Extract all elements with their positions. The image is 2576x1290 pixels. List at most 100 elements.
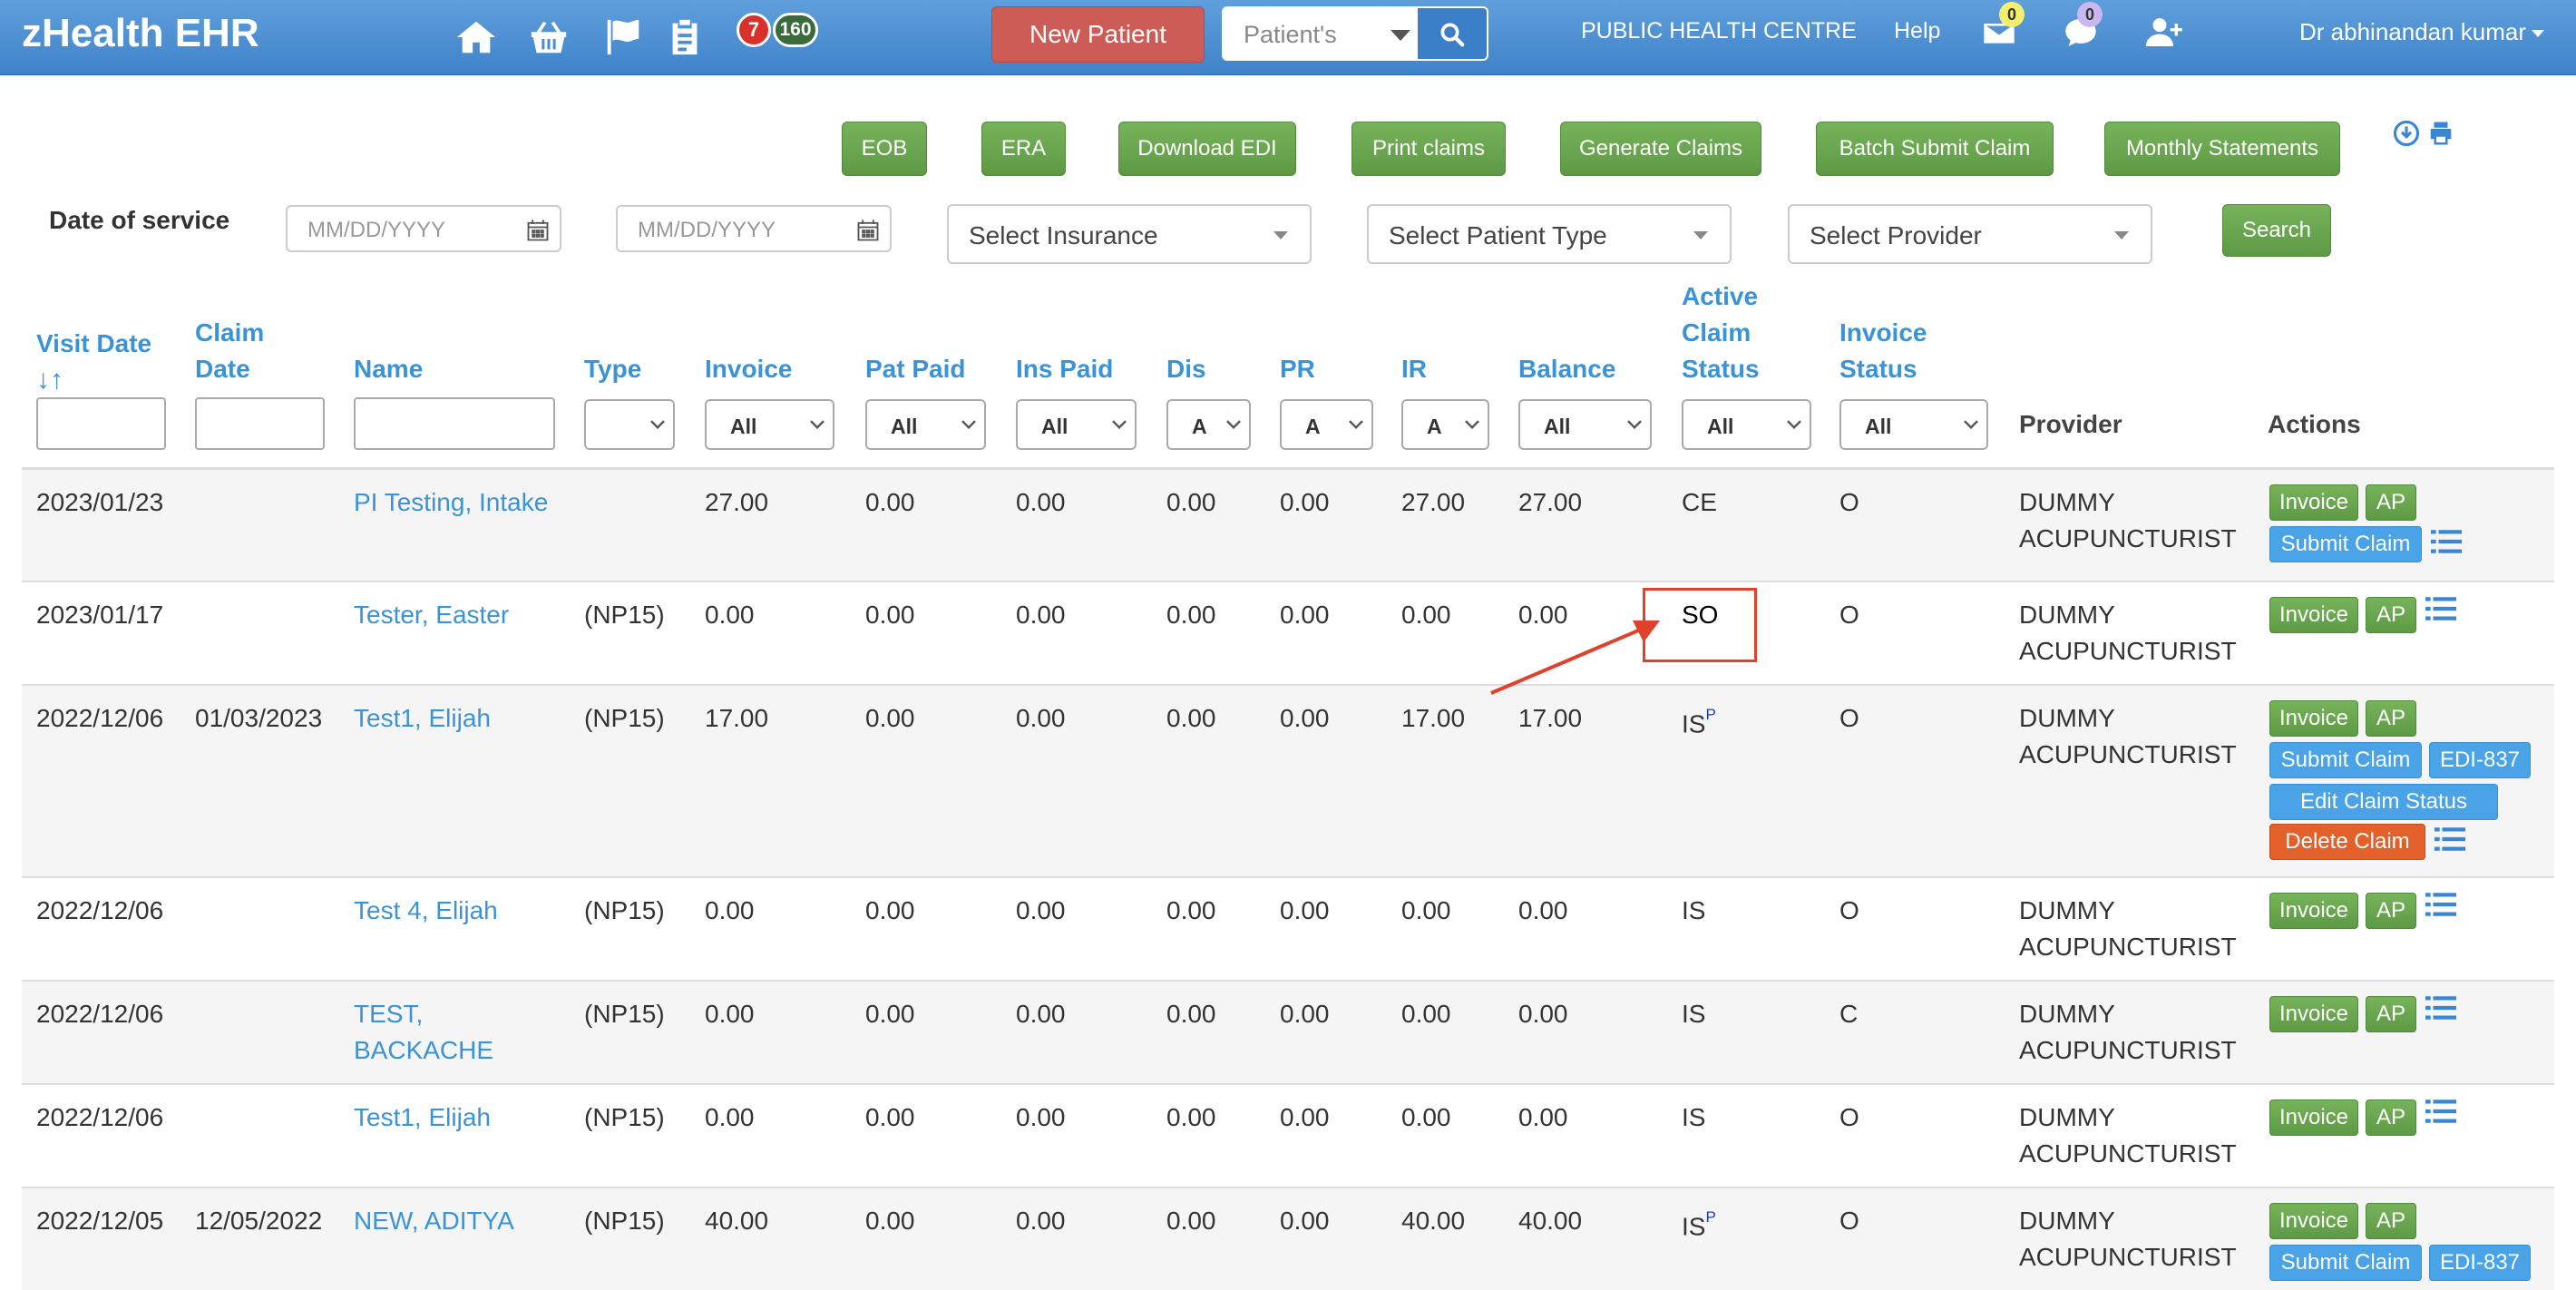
cell-visit-date: 2022/12/06: [36, 704, 164, 732]
invoice-filter-select[interactable]: All: [705, 399, 834, 450]
ap-button[interactable]: AP: [2366, 996, 2416, 1032]
invoice-button[interactable]: Invoice: [2269, 484, 2358, 521]
cell-name[interactable]: Test1, Elijah: [354, 700, 491, 737]
date-to-field[interactable]: MM/DD/YYYY: [616, 205, 892, 252]
list-menu-icon[interactable]: [2425, 595, 2456, 622]
new-patient-button[interactable]: New Patient: [991, 6, 1205, 63]
download-icon[interactable]: [2393, 120, 2420, 147]
cell-name[interactable]: NEW, ADITYA: [354, 1203, 514, 1239]
search-type-caret-icon[interactable]: [1390, 30, 1410, 41]
cell-active: IS: [1682, 1000, 1706, 1028]
pr-filter-select[interactable]: A: [1280, 399, 1373, 450]
list-menu-icon[interactable]: [2431, 528, 2462, 555]
date-from-field[interactable]: MM/DD/YYYY: [286, 205, 561, 252]
cell-ir: 17.00: [1401, 704, 1466, 732]
cell-dis: 0.00: [1166, 1000, 1216, 1028]
cell-inv-status: C: [1839, 1000, 1859, 1028]
cell-name[interactable]: Tester, Easter: [354, 597, 509, 633]
search-filters-button[interactable]: Search: [2222, 204, 2331, 257]
provider-select[interactable]: Select Provider: [1788, 204, 2152, 264]
print-claims-button[interactable]: Print claims: [1351, 122, 1506, 176]
notification-badge-green[interactable]: 160: [773, 13, 818, 47]
invoice-button[interactable]: Invoice: [2269, 1203, 2358, 1239]
ir-filter-select[interactable]: A: [1401, 399, 1489, 450]
cell-name[interactable]: PI Testing, Intake: [354, 484, 548, 521]
cell-inv-status: O: [1839, 601, 1859, 629]
cell-visit-date: 2022/12/06: [36, 1000, 164, 1028]
claim-date-filter-input[interactable]: [195, 397, 325, 450]
help-link[interactable]: Help: [1894, 18, 1940, 44]
cell-balance: 0.00: [1518, 896, 1568, 924]
pat-paid-filter-value: All: [891, 415, 918, 438]
batch-submit-claim-button[interactable]: Batch Submit Claim: [1816, 122, 2054, 176]
dis-filter-select[interactable]: A: [1166, 399, 1251, 450]
ap-button[interactable]: AP: [2366, 1203, 2416, 1239]
generate-claims-button[interactable]: Generate Claims: [1560, 122, 1761, 176]
patient-search[interactable]: Patient's: [1222, 6, 1488, 61]
ap-button[interactable]: AP: [2366, 1099, 2416, 1136]
home-icon[interactable]: [452, 13, 501, 62]
type-filter-select[interactable]: [584, 399, 675, 450]
print-icon[interactable]: [2427, 120, 2454, 147]
invoice-button[interactable]: Invoice: [2269, 597, 2358, 633]
insurance-select[interactable]: Select Insurance: [947, 204, 1312, 264]
clipboard-icon[interactable]: [660, 13, 709, 62]
ap-button[interactable]: AP: [2366, 893, 2416, 929]
invoice-button[interactable]: Invoice: [2269, 700, 2358, 737]
cell-ins-paid: 0.00: [1016, 704, 1066, 732]
ins-paid-filter-select[interactable]: All: [1016, 399, 1137, 450]
invoice-status-filter-select[interactable]: All: [1839, 399, 1988, 450]
cell-name[interactable]: Test1, Elijah: [354, 1099, 491, 1136]
list-menu-icon[interactable]: [2425, 1098, 2456, 1125]
cell-dis: 0.00: [1166, 1207, 1216, 1235]
cell-name[interactable]: TEST, BACKACHE: [354, 996, 493, 1069]
invoice-button[interactable]: Invoice: [2269, 893, 2358, 929]
list-menu-icon[interactable]: [2425, 994, 2456, 1021]
submit-claim-button[interactable]: Submit Claim: [2269, 1245, 2422, 1281]
patient-search-input[interactable]: Patient's: [1244, 21, 1337, 49]
basket-icon[interactable]: [524, 13, 573, 62]
ap-button[interactable]: AP: [2366, 484, 2416, 521]
edi-837-button[interactable]: EDI-837: [2429, 1245, 2531, 1281]
cell-ir: 40.00: [1401, 1207, 1466, 1235]
search-button[interactable]: [1418, 8, 1487, 59]
cell-ins-paid: 0.00: [1016, 601, 1066, 629]
invoice-button[interactable]: Invoice: [2269, 996, 2358, 1032]
column-provider: Provider: [2019, 410, 2122, 438]
calendar-icon[interactable]: [525, 218, 551, 243]
ap-button[interactable]: AP: [2366, 597, 2416, 633]
invoice-button[interactable]: Invoice: [2269, 1099, 2358, 1136]
calendar-icon[interactable]: [855, 218, 881, 243]
pat-paid-filter-select[interactable]: All: [865, 399, 986, 450]
cell-invoice: 0.00: [705, 601, 755, 629]
cell-name[interactable]: Test 4, Elijah: [354, 893, 498, 929]
notification-badge-red[interactable]: 7: [737, 13, 771, 47]
list-menu-icon[interactable]: [2425, 891, 2456, 918]
add-user-icon[interactable]: [2146, 15, 2188, 56]
eob-button[interactable]: EOB: [842, 122, 927, 176]
cell-provider: DUMMY ACUPUNCTURIST: [2019, 488, 2237, 552]
user-name: Dr abhinandan kumar: [2299, 18, 2527, 45]
name-filter-input[interactable]: [354, 397, 555, 450]
download-edi-button[interactable]: Download EDI: [1118, 122, 1296, 176]
app-brand[interactable]: zHealth EHR: [22, 11, 259, 56]
flag-icon[interactable]: [599, 13, 648, 62]
monthly-statements-button[interactable]: Monthly Statements: [2104, 122, 2340, 176]
date-of-service-label: Date of service: [49, 206, 230, 234]
column-visit-date[interactable]: Visit Date ↓↑: [36, 326, 151, 398]
active-claim-filter-select[interactable]: All: [1682, 399, 1811, 450]
list-menu-icon[interactable]: [2435, 826, 2465, 853]
delete-claim-button[interactable]: Delete Claim: [2269, 824, 2425, 860]
patient-type-select[interactable]: Select Patient Type: [1367, 204, 1732, 264]
ap-button[interactable]: AP: [2366, 700, 2416, 737]
edit-claim-status-button[interactable]: Edit Claim Status: [2269, 784, 2498, 820]
user-menu[interactable]: Dr abhinandan kumar: [2299, 18, 2545, 46]
era-button[interactable]: ERA: [981, 122, 1066, 176]
visit-date-filter-input[interactable]: [36, 397, 166, 450]
centre-name[interactable]: PUBLIC HEALTH CENTRE: [1581, 18, 1857, 44]
submit-claim-button[interactable]: Submit Claim: [2269, 526, 2422, 562]
sort-icon[interactable]: ↓↑: [36, 365, 63, 395]
edi-837-button[interactable]: EDI-837: [2429, 742, 2531, 778]
submit-claim-button[interactable]: Submit Claim: [2269, 742, 2422, 778]
balance-filter-select[interactable]: All: [1518, 399, 1652, 450]
